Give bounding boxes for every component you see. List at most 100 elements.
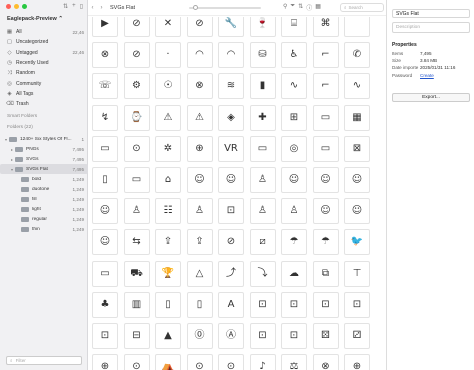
- folder-name-field[interactable]: SVGs Flat: [392, 9, 470, 18]
- folder-item[interactable]: duotone 1,249: [0, 184, 88, 194]
- asset-tile[interactable]: ⊤: [344, 260, 370, 287]
- asset-tile[interactable]: ✕: [155, 17, 181, 37]
- asset-tile[interactable]: ▭: [123, 167, 150, 193]
- asset-tile[interactable]: ⛟: [123, 260, 150, 287]
- asset-tile[interactable]: ☂: [312, 229, 339, 256]
- asset-tile[interactable]: 🔧: [218, 17, 244, 37]
- asset-tile[interactable]: △: [186, 260, 213, 287]
- asset-tile[interactable]: ◎: [281, 135, 307, 162]
- asset-tile[interactable]: ⊘: [123, 42, 150, 69]
- filter-icon[interactable]: ⏷: [290, 3, 295, 12]
- asset-tile[interactable]: 🍷: [249, 17, 276, 37]
- asset-tile[interactable]: ⚂: [344, 323, 370, 349]
- asset-tile[interactable]: ⊗: [312, 354, 339, 370]
- asset-tile[interactable]: ⊞: [281, 104, 307, 131]
- asset-tile[interactable]: ⇪: [155, 229, 181, 256]
- export-button[interactable]: Export...: [392, 93, 470, 102]
- asset-tile[interactable]: ☷: [155, 198, 181, 225]
- asset-tile[interactable]: ⤴: [218, 260, 244, 287]
- asset-tile[interactable]: ⊟: [123, 323, 150, 349]
- asset-tile[interactable]: ↯: [92, 104, 118, 131]
- asset-tile[interactable]: ⛁: [249, 42, 276, 69]
- asset-tile[interactable]: ☺: [344, 167, 370, 193]
- asset-tile[interactable]: ⌐: [312, 42, 339, 69]
- asset-tile[interactable]: ♿: [281, 42, 307, 69]
- library-switcher[interactable]: Eaglepack-Preview ⌃: [7, 16, 63, 22]
- folder-filter-input[interactable]: ⌕ Filter: [6, 356, 82, 365]
- sidebar-toggle-icon[interactable]: ▯: [80, 3, 83, 10]
- asset-tile[interactable]: ∿: [281, 73, 307, 100]
- asset-tile[interactable]: ♙: [281, 198, 307, 225]
- asset-tile[interactable]: ⇆: [123, 229, 150, 256]
- asset-tile[interactable]: ☺: [92, 198, 118, 225]
- search-input[interactable]: ⌕ Search: [340, 3, 384, 12]
- sidebar-item-all-tags[interactable]: ◈ All Tags: [0, 89, 88, 99]
- asset-tile[interactable]: ⚠: [155, 104, 181, 131]
- thumbnail-size-slider[interactable]: [189, 5, 261, 10]
- asset-tile[interactable]: ✚: [249, 104, 276, 131]
- folder-item[interactable]: light 1,249: [0, 204, 88, 214]
- asset-tile[interactable]: ∿: [344, 73, 370, 100]
- folders-header[interactable]: Folders (22): [7, 125, 33, 130]
- asset-tile[interactable]: ⊡: [281, 291, 307, 318]
- asset-tile[interactable]: ☺: [186, 167, 213, 193]
- asset-tile[interactable]: ♪: [249, 354, 276, 370]
- asset-tile[interactable]: ≋: [218, 73, 244, 100]
- sync-icon[interactable]: ⇅: [63, 3, 68, 10]
- smart-folders-header[interactable]: Smart Folders: [7, 114, 37, 119]
- folder-item[interactable]: ▾ SVGs Flat 7,495: [0, 164, 88, 174]
- asset-tile[interactable]: ⊕: [344, 354, 370, 370]
- asset-tile[interactable]: ⊡: [218, 198, 244, 225]
- asset-tile[interactable]: ◈: [218, 104, 244, 131]
- asset-tile[interactable]: ⊡: [249, 323, 276, 349]
- asset-tile[interactable]: ⛺: [155, 354, 181, 370]
- asset-tile[interactable]: Ⓐ: [218, 323, 244, 349]
- asset-tile[interactable]: ⊙: [186, 354, 213, 370]
- sidebar-item-uncategorized[interactable]: ▢ Uncategorized: [0, 37, 88, 47]
- asset-tile[interactable]: ⌸: [281, 17, 307, 37]
- sidebar-item-community[interactable]: ◎ Community: [0, 78, 88, 88]
- asset-tile[interactable]: ⌐: [312, 73, 339, 100]
- sidebar-item-untagged[interactable]: ◇ Untagged 22,46: [0, 48, 88, 58]
- info-icon[interactable]: ⓘ: [306, 3, 312, 12]
- asset-tile[interactable]: ▭: [312, 104, 339, 131]
- sort-icon[interactable]: ⇅: [298, 3, 303, 12]
- asset-tile[interactable]: ⊙: [218, 354, 244, 370]
- close-window-button[interactable]: [6, 4, 11, 9]
- asset-tile[interactable]: ·: [155, 42, 181, 69]
- asset-tile[interactable]: [344, 17, 370, 37]
- asset-tile[interactable]: ⚄: [312, 323, 339, 349]
- asset-tile[interactable]: ⊕: [186, 135, 213, 162]
- asset-tile[interactable]: ☺: [312, 198, 339, 225]
- asset-tile[interactable]: ⚖: [281, 354, 307, 370]
- folder-item[interactable]: thin 1,249: [0, 224, 88, 234]
- add-icon[interactable]: +: [72, 3, 76, 10]
- asset-tile[interactable]: 🏆: [155, 260, 181, 287]
- asset-tile[interactable]: ▶: [92, 17, 118, 37]
- asset-tile[interactable]: ♙: [249, 198, 276, 225]
- folder-item[interactable]: ▸ SVGs 7,495: [0, 154, 88, 164]
- folder-item[interactable]: bold 1,249: [0, 174, 88, 184]
- asset-tile[interactable]: ☺: [281, 167, 307, 193]
- asset-tile[interactable]: ☺: [218, 167, 244, 193]
- asset-tile[interactable]: ▮: [249, 73, 276, 100]
- asset-tile[interactable]: ⊡: [312, 291, 339, 318]
- asset-tile[interactable]: ▭: [92, 135, 118, 162]
- asset-tile[interactable]: 🐦: [344, 229, 370, 256]
- asset-tile[interactable]: ⊡: [344, 291, 370, 318]
- asset-tile[interactable]: ♣: [92, 291, 118, 318]
- asset-tile[interactable]: ⊕: [92, 354, 118, 370]
- folder-item[interactable]: ▸ PNGs 7,495: [0, 144, 88, 154]
- asset-tile[interactable]: ⊡: [249, 291, 276, 318]
- asset-tile[interactable]: ⧄: [249, 229, 276, 256]
- zoom-window-button[interactable]: [22, 4, 27, 9]
- asset-tile[interactable]: ⧉: [312, 260, 339, 287]
- asset-tile[interactable]: ⊘: [186, 17, 213, 37]
- sidebar-item-random[interactable]: ⤨ Random: [0, 68, 88, 78]
- folder-item[interactable]: regular 1,249: [0, 214, 88, 224]
- asset-tile[interactable]: ☁: [281, 260, 307, 287]
- asset-tile[interactable]: ⊠: [344, 135, 370, 162]
- asset-tile[interactable]: ⊙: [123, 354, 150, 370]
- asset-tile[interactable]: ♙: [186, 198, 213, 225]
- asset-tile[interactable]: ⇪: [186, 229, 213, 256]
